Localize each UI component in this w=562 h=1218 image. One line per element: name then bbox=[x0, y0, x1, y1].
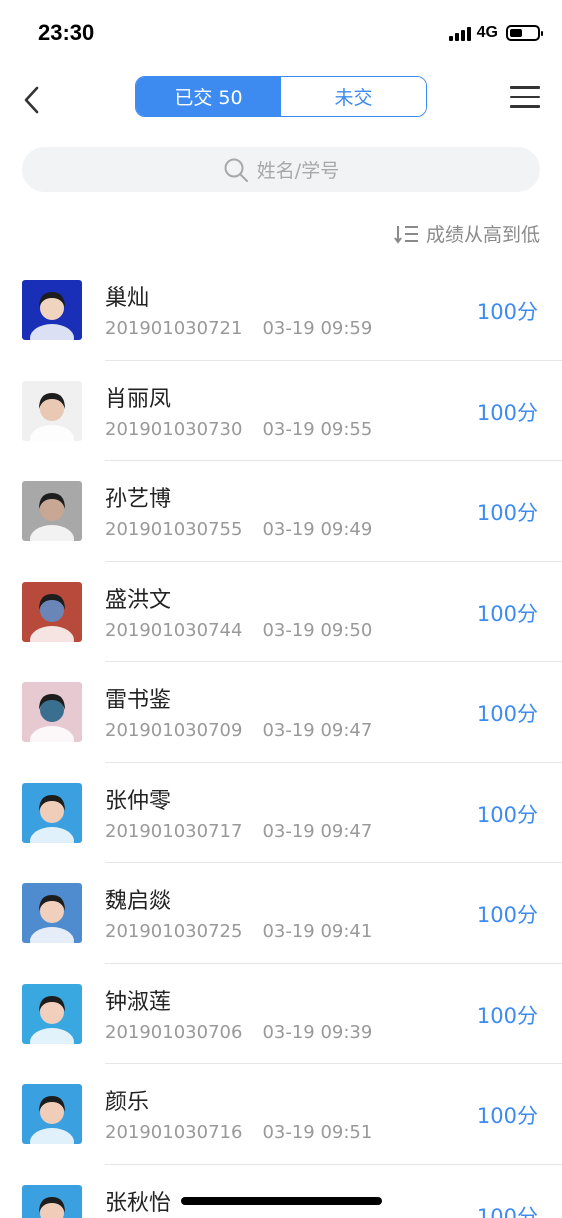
student-row[interactable]: 钟淑莲 201901030706 03-19 09:39 100分 bbox=[0, 964, 562, 1064]
student-id: 201901030744 bbox=[105, 619, 243, 641]
avatar bbox=[22, 481, 82, 541]
student-score: 100分 bbox=[476, 300, 538, 324]
student-score: 100分 bbox=[476, 400, 538, 425]
submit-time: 03-19 09:49 bbox=[262, 519, 373, 540]
student-name: 孙艺博 bbox=[105, 487, 172, 512]
student-name: 肖丽凤 bbox=[105, 386, 172, 412]
student-score: 100分 bbox=[476, 802, 538, 827]
avatar bbox=[22, 1084, 82, 1144]
submit-time: 03-19 09:59 bbox=[262, 318, 373, 339]
student-row[interactable]: 孙艺博 201901030755 03-19 09:49 100分 bbox=[0, 461, 562, 562]
student-name: 雷书鉴 bbox=[105, 688, 172, 713]
student-meta: 201901030725 03-19 09:41 bbox=[105, 921, 372, 942]
student-row[interactable]: 巢灿 201901030721 03-19 09:59 100分 bbox=[0, 260, 562, 361]
student-id: 201901030730 bbox=[105, 418, 243, 440]
student-score: 100分 bbox=[476, 601, 538, 626]
student-meta: 201901030730 03-19 09:55 bbox=[105, 419, 372, 440]
search-icon bbox=[224, 158, 248, 182]
student-meta: 201901030706 03-19 09:39 bbox=[105, 1022, 372, 1043]
hamburger-menu-icon[interactable] bbox=[510, 86, 540, 110]
submit-time: 03-19 09:39 bbox=[262, 1021, 373, 1043]
battery-icon bbox=[506, 25, 543, 41]
student-name: 盛洪文 bbox=[105, 587, 172, 613]
submit-time: 03-19 09:41 bbox=[262, 921, 373, 942]
submit-time: 03-19 09:51 bbox=[262, 1122, 373, 1143]
student-meta: 201901030721 03-19 09:59 bbox=[105, 318, 372, 339]
student-name: 魏启燚 bbox=[105, 889, 172, 914]
student-meta: 201901030709 03-19 09:47 bbox=[105, 720, 372, 741]
avatar bbox=[22, 380, 82, 441]
student-name: 颜乐 bbox=[105, 1090, 150, 1115]
submit-time: 03-19 09:50 bbox=[262, 619, 373, 641]
student-meta: 201901030755 03-19 09:49 bbox=[105, 519, 372, 540]
student-name: 张仲零 bbox=[105, 788, 172, 814]
student-list: 巢灿 201901030721 03-19 09:59 100分 肖丽凤 201… bbox=[0, 260, 562, 1218]
chevron-left-icon[interactable] bbox=[16, 80, 52, 116]
avatar bbox=[22, 983, 82, 1044]
student-name: 张秋怡 bbox=[105, 1190, 172, 1216]
home-indicator bbox=[181, 1197, 382, 1205]
student-id: 201901030721 bbox=[105, 318, 243, 339]
status-indicators: 4G bbox=[448, 24, 543, 42]
student-meta: 201901030717 03-19 09:47 bbox=[105, 821, 372, 842]
student-row[interactable]: 张仲零 201901030717 03-19 09:47 100分 bbox=[0, 763, 562, 863]
avatar bbox=[22, 280, 82, 340]
student-id: 201901030755 bbox=[105, 519, 243, 540]
student-name: 巢灿 bbox=[105, 286, 150, 311]
student-row[interactable]: 魏启燚 201901030725 03-19 09:41 100分 bbox=[0, 863, 562, 964]
submit-time: 03-19 09:47 bbox=[262, 720, 373, 741]
signal-icon bbox=[448, 25, 471, 41]
student-row[interactable]: 雷书鉴 201901030709 03-19 09:47 100分 bbox=[0, 662, 562, 763]
nav-bar: 已交 50 未交 bbox=[0, 76, 562, 120]
submission-segmented-control: 已交 50 未交 bbox=[135, 76, 427, 117]
student-row[interactable]: 张秋怡 100分 bbox=[0, 1165, 562, 1218]
tab-submitted[interactable]: 已交 50 bbox=[136, 77, 281, 116]
avatar bbox=[22, 883, 82, 943]
sort-descending-icon bbox=[394, 225, 418, 244]
student-id: 201901030716 bbox=[105, 1122, 243, 1143]
student-score: 100分 bbox=[476, 903, 538, 927]
status-time: 23:30 bbox=[38, 20, 95, 45]
student-id: 201901030725 bbox=[105, 921, 243, 942]
student-row[interactable]: 颜乐 201901030716 03-19 09:51 100分 bbox=[0, 1064, 562, 1165]
submit-time: 03-19 09:55 bbox=[262, 418, 373, 440]
avatar bbox=[22, 782, 82, 843]
avatar bbox=[22, 682, 82, 742]
tab-not-submitted[interactable]: 未交 bbox=[281, 77, 426, 116]
student-meta: 201901030716 03-19 09:51 bbox=[105, 1122, 372, 1143]
student-name: 钟淑莲 bbox=[105, 989, 172, 1015]
search-placeholder: 姓名/学号 bbox=[256, 160, 340, 182]
submit-time: 03-19 09:47 bbox=[262, 820, 373, 842]
student-id: 201901030717 bbox=[105, 820, 243, 842]
avatar bbox=[22, 1184, 82, 1218]
search-input[interactable]: 姓名/学号 bbox=[22, 147, 540, 192]
avatar bbox=[22, 581, 82, 642]
student-score: 100分 bbox=[476, 1104, 538, 1128]
student-score: 100分 bbox=[476, 1003, 538, 1028]
student-score: 100分 bbox=[476, 1204, 538, 1218]
status-bar: 23:30 4G bbox=[0, 0, 562, 66]
student-id: 201901030706 bbox=[105, 1021, 243, 1043]
student-row[interactable]: 肖丽凤 201901030730 03-19 09:55 100分 bbox=[0, 361, 562, 461]
network-type: 4G bbox=[476, 24, 498, 41]
sort-control[interactable]: 成绩从高到低 bbox=[394, 220, 540, 247]
student-id: 201901030709 bbox=[105, 720, 243, 741]
student-row[interactable]: 盛洪文 201901030744 03-19 09:50 100分 bbox=[0, 562, 562, 662]
sort-label: 成绩从高到低 bbox=[425, 224, 540, 246]
student-meta: 201901030744 03-19 09:50 bbox=[105, 620, 372, 641]
student-score: 100分 bbox=[476, 501, 538, 525]
student-score: 100分 bbox=[476, 702, 538, 726]
